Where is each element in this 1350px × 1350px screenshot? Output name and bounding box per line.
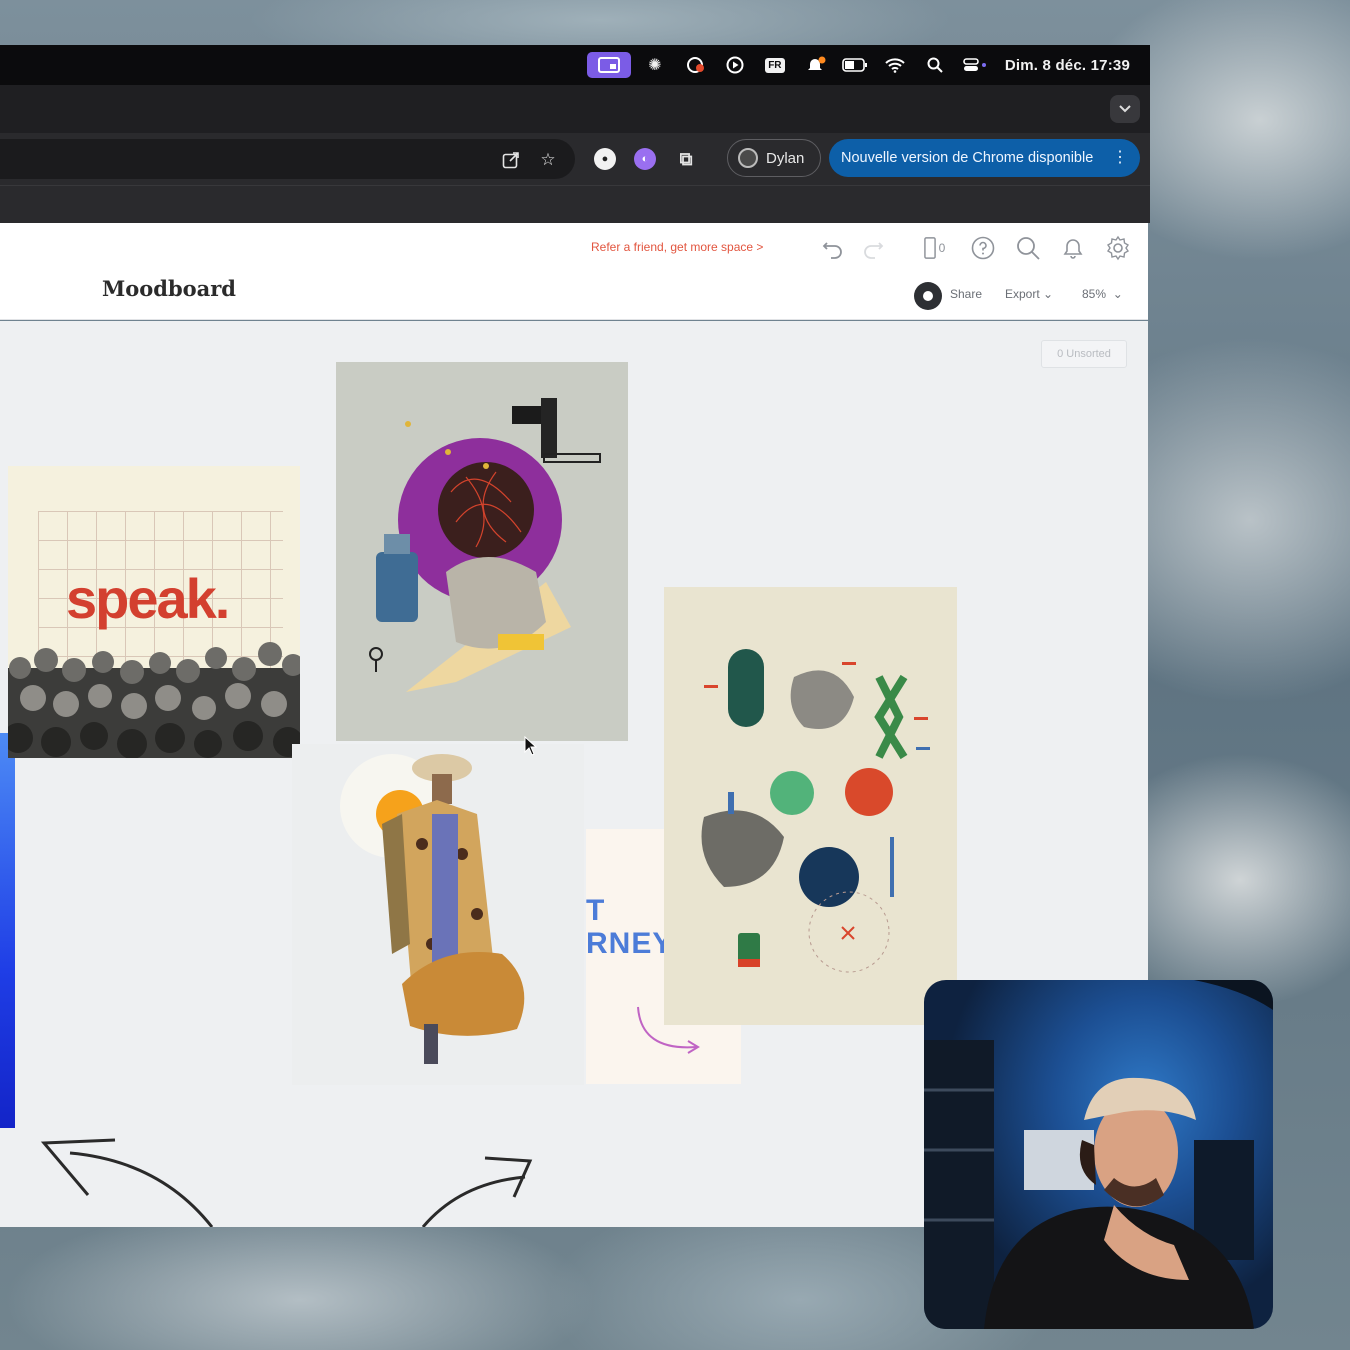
zoom-dropdown[interactable]: 85% ⌄ bbox=[1082, 287, 1123, 301]
profile-name: Dylan bbox=[766, 149, 805, 167]
wifi-icon[interactable] bbox=[875, 52, 915, 78]
menubar-clock[interactable]: Dim. 8 déc. 17:39 bbox=[1005, 57, 1130, 74]
update-label: Nouvelle version de Chrome disponible bbox=[841, 150, 1094, 166]
browser-tab-strip bbox=[0, 85, 1150, 133]
spotlight-search-icon[interactable] bbox=[915, 52, 955, 78]
more-options-icon[interactable]: ⋮ bbox=[1112, 147, 1128, 167]
image-card-speak[interactable]: speak. bbox=[8, 466, 300, 758]
extensions-puzzle-icon[interactable]: ⧉ bbox=[675, 148, 697, 170]
help-icon[interactable] bbox=[968, 233, 998, 263]
crowd-illustration bbox=[8, 642, 300, 758]
collage-illustration bbox=[369, 398, 601, 692]
webcam-person-illustration bbox=[924, 980, 1273, 1329]
page-title[interactable]: Moodboard bbox=[102, 276, 236, 301]
play-circle-icon[interactable] bbox=[715, 52, 755, 78]
search-icon[interactable] bbox=[1013, 233, 1043, 263]
app-header: Refer a friend, get more space > 0 Moodb… bbox=[0, 223, 1148, 320]
hand-drawn-arrows bbox=[40, 1138, 533, 1227]
refer-friend-link[interactable]: Refer a friend, get more space > bbox=[591, 240, 763, 254]
settings-gear-icon[interactable] bbox=[1103, 233, 1133, 263]
unsorted-button[interactable]: 0 Unsorted bbox=[1041, 340, 1127, 368]
image-card-fashion[interactable] bbox=[292, 744, 584, 1085]
profile-button[interactable]: Dylan bbox=[727, 139, 821, 177]
avatar bbox=[738, 148, 758, 168]
menu-bar: ✺ FR Dim. 8 déc. 17:39 bbox=[0, 45, 1150, 85]
extension-one-icon[interactable]: ● bbox=[594, 148, 616, 170]
browser-toolbar: ☆ ● ◐ ⧉ Dylan Nouvelle version de Chrome… bbox=[0, 133, 1150, 185]
export-button[interactable]: Export ⌄ bbox=[1005, 287, 1053, 301]
share-button[interactable]: Share bbox=[950, 287, 982, 301]
notification-bell-icon[interactable] bbox=[795, 52, 835, 78]
palette-icon[interactable] bbox=[675, 52, 715, 78]
science-illustration bbox=[701, 649, 930, 973]
notifications-bell-icon[interactable] bbox=[1058, 233, 1088, 263]
blue-image-card[interactable] bbox=[0, 733, 15, 1128]
address-bar[interactable]: ☆ bbox=[0, 139, 575, 179]
battery-icon[interactable] bbox=[835, 52, 875, 78]
export-label: Export bbox=[1005, 287, 1040, 301]
redo-icon[interactable] bbox=[858, 233, 888, 263]
open-in-app-icon[interactable] bbox=[500, 149, 522, 171]
image-card-science[interactable] bbox=[664, 587, 957, 1025]
bookmark-star-icon[interactable]: ☆ bbox=[537, 149, 559, 171]
webcam-overlay bbox=[924, 980, 1273, 1329]
image-card-collage[interactable] bbox=[336, 362, 628, 741]
device-count: 0 bbox=[938, 241, 946, 255]
gear-icon[interactable]: ✺ bbox=[635, 52, 675, 78]
chrome-update-button[interactable]: Nouvelle version de Chrome disponible ⋮ bbox=[829, 139, 1140, 177]
speak-word: speak. bbox=[66, 567, 230, 630]
bookmarks-bar bbox=[0, 185, 1150, 223]
device-count-button[interactable]: 0 bbox=[916, 233, 952, 263]
input-source-icon[interactable]: FR bbox=[755, 52, 795, 78]
fashion-illustration bbox=[340, 754, 525, 1064]
view-eye-icon[interactable] bbox=[914, 282, 942, 310]
mouse-cursor-icon bbox=[524, 736, 538, 756]
input-source-label: FR bbox=[765, 57, 785, 73]
undo-icon[interactable] bbox=[818, 233, 848, 263]
zoom-level: 85% bbox=[1082, 287, 1107, 301]
control-center-icon[interactable] bbox=[955, 52, 995, 78]
tab-search-button[interactable] bbox=[1110, 95, 1140, 123]
extension-two-icon[interactable]: ◐ bbox=[634, 148, 656, 170]
screen-record-icon[interactable] bbox=[586, 52, 631, 78]
chevron-down-icon bbox=[1119, 105, 1131, 113]
